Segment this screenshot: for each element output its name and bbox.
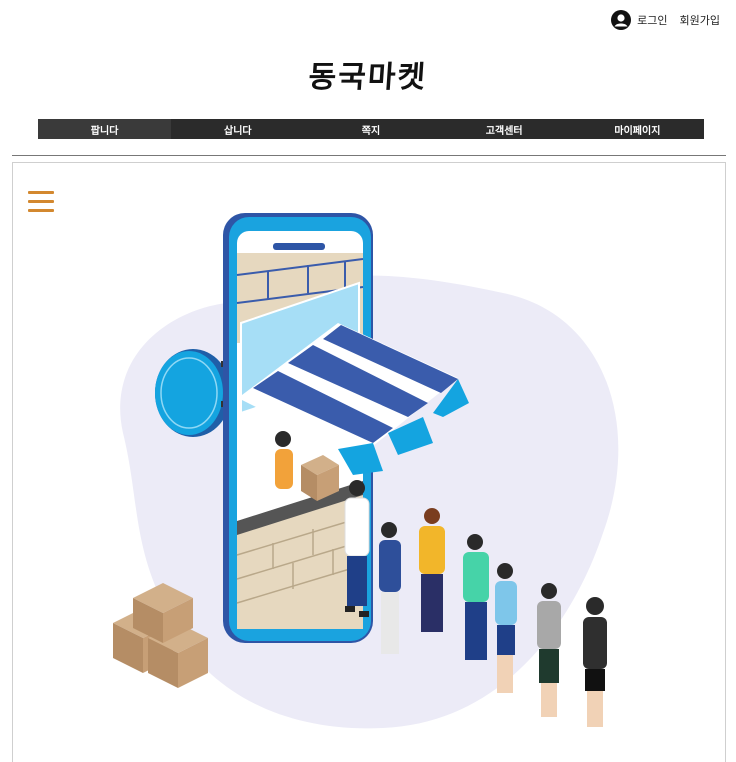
top-utility-bar: 로그인 회원가입 — [611, 10, 720, 30]
nav-item-buy[interactable]: 삽니다 — [171, 119, 304, 139]
main-content — [12, 162, 726, 762]
signup-link[interactable]: 회원가입 — [680, 12, 720, 28]
hamburger-menu-icon[interactable] — [28, 191, 54, 213]
nav-item-support[interactable]: 고객센터 — [438, 119, 571, 139]
login-link[interactable]: 로그인 — [611, 10, 668, 30]
hero-illustration — [113, 213, 619, 729]
header-divider — [12, 155, 726, 156]
shop-sign-icon — [155, 349, 231, 437]
nav-item-mypage[interactable]: 마이페이지 — [571, 119, 704, 139]
nav-item-messages[interactable]: 쪽지 — [304, 119, 437, 139]
nav-item-sell[interactable]: 팝니다 — [38, 119, 172, 139]
site-logo[interactable]: 동국마켓 — [0, 52, 736, 96]
user-icon — [611, 10, 632, 30]
main-nav: 팝니다 삽니다 쪽지 고객센터 마이페이지 — [38, 119, 704, 139]
shopkeeper-figure — [275, 431, 293, 489]
login-label: 로그인 — [637, 14, 668, 27]
